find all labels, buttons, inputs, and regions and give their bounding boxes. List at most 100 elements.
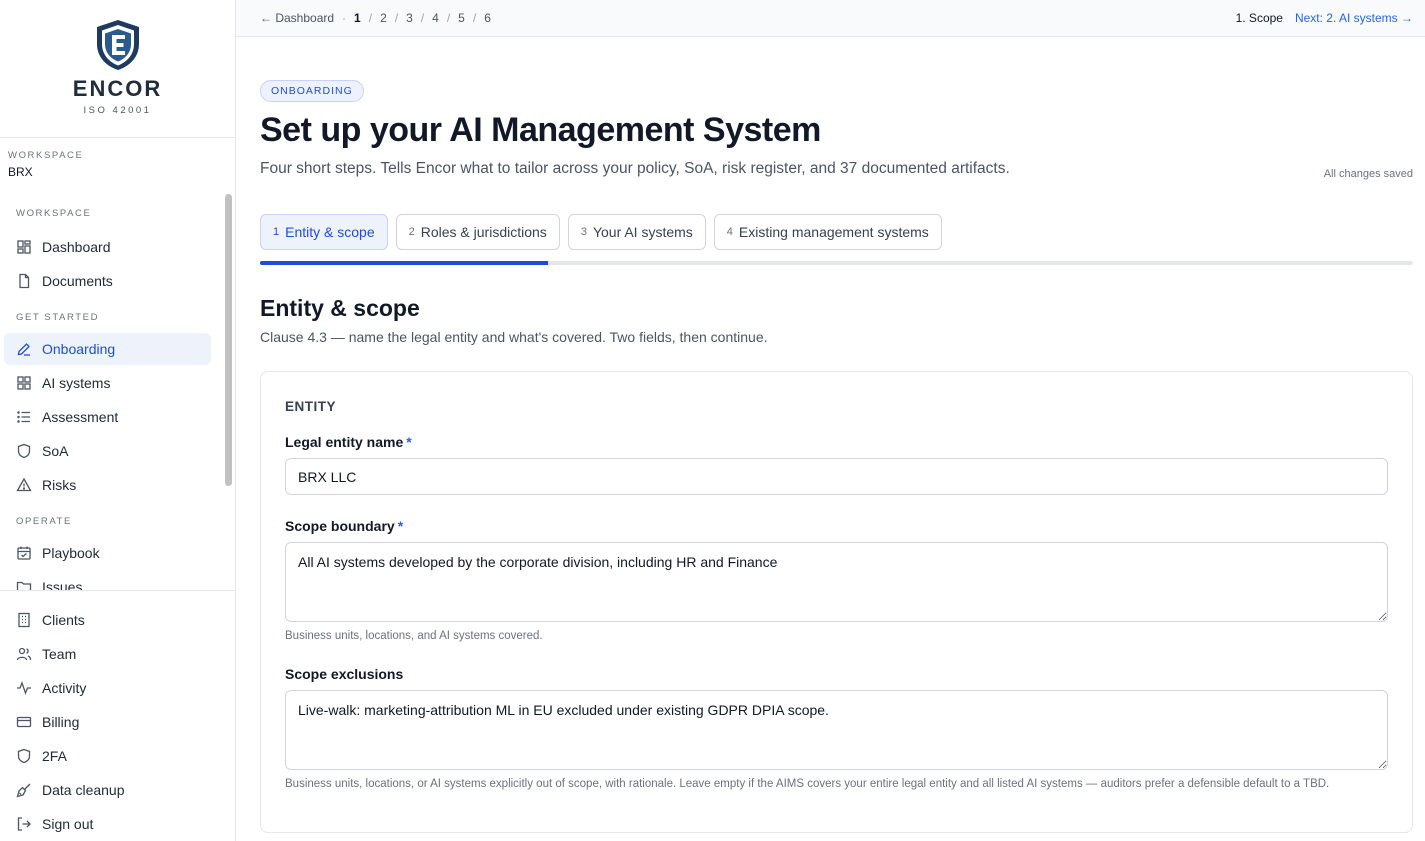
step-tabs: 1 Entity & scope 2 Roles & jurisdictions… xyxy=(260,214,950,250)
sidebar-item-data-cleanup[interactable]: Data cleanup xyxy=(4,774,231,806)
tab-label: Your AI systems xyxy=(592,224,693,240)
tab-entity-scope[interactable]: 1 Entity & scope xyxy=(260,214,388,250)
onboarding-badge: ONBOARDING xyxy=(260,80,364,102)
sidebar-item-soa[interactable]: SoA xyxy=(4,435,211,467)
tab-existing-management-systems[interactable]: 4 Existing management systems xyxy=(713,214,942,250)
sidebar-item-label: 2FA xyxy=(42,748,67,764)
document-icon xyxy=(16,273,32,289)
sidebar-item-assessment[interactable]: Assessment xyxy=(4,401,211,433)
sidebar-item-team[interactable]: Team xyxy=(4,638,231,670)
save-status: All changes saved xyxy=(1323,168,1413,180)
sidebar-item-label: Onboarding xyxy=(42,341,116,357)
step-bar: ← Dashboard · 1 / 2 / 3 / 4 / 5 / 6 1. S… xyxy=(236,0,1425,37)
folder-icon xyxy=(16,579,32,590)
sidebar-item-risks[interactable]: Risks xyxy=(4,469,211,501)
sidebar-item-ai-systems[interactable]: AI systems xyxy=(4,367,211,399)
sidebar-item-label: Clients xyxy=(42,612,85,628)
logo: ENCOR ISO 42001 xyxy=(0,0,235,138)
step-link-2[interactable]: 2 xyxy=(380,11,387,25)
step-link-3[interactable]: 3 xyxy=(406,11,413,25)
tab-label: Roles & jurisdictions xyxy=(420,224,547,240)
card-icon xyxy=(16,714,32,730)
scope-boundary-label: Scope boundary * xyxy=(285,518,403,534)
page-title: Set up your AI Management System xyxy=(260,111,821,149)
tab-label: Entity & scope xyxy=(285,224,375,240)
list-icon xyxy=(16,409,32,425)
sidebar-item-label: Risks xyxy=(42,477,77,493)
sidebar-item-label: Documents xyxy=(42,273,113,289)
sidebar-item-label: Data cleanup xyxy=(42,782,125,798)
section-title-workspace: WORKSPACE xyxy=(16,208,92,219)
step-link-1[interactable]: 1 xyxy=(354,11,361,25)
building-icon xyxy=(16,612,32,628)
sidebar-item-documents[interactable]: Documents xyxy=(4,265,211,297)
section-title-operate: OPERATE xyxy=(16,516,72,527)
section-title-get-started: GET STARTED xyxy=(16,312,100,323)
tab-number: 1 xyxy=(273,226,280,238)
sidebar-item-label: Issues xyxy=(42,579,83,590)
users-icon xyxy=(16,646,32,662)
brand-name: ENCOR xyxy=(72,76,163,101)
sidebar-scrollbar[interactable] xyxy=(225,194,232,486)
step-separator: / xyxy=(368,11,373,25)
shield-icon xyxy=(16,748,32,764)
progress-fill xyxy=(260,261,549,265)
sidebar-item-sign-out[interactable]: Sign out xyxy=(4,808,231,840)
tab-ai-systems[interactable]: 3 Your AI systems xyxy=(567,214,706,250)
sidebar-item-clients[interactable]: Clients xyxy=(4,604,231,636)
step-separator: / xyxy=(446,11,451,25)
page-subtitle: Four short steps. Tells Encor what to ta… xyxy=(260,160,1010,177)
sidebar-item-label: Playbook xyxy=(42,545,100,561)
tab-number: 4 xyxy=(726,226,733,238)
scope-boundary-help: Business units, locations, and AI system… xyxy=(285,630,543,642)
broom-icon xyxy=(16,782,32,798)
step-link-4[interactable]: 4 xyxy=(432,11,439,25)
sidebar-item-label: AI systems xyxy=(42,375,111,391)
field-label-text: Scope boundary xyxy=(285,518,395,534)
sidebar-item-onboarding[interactable]: Onboarding xyxy=(4,333,211,365)
legal-entity-label: Legal entity name * xyxy=(285,434,412,450)
sidebar-item-2fa[interactable]: 2FA xyxy=(4,740,231,772)
scope-exclusions-help: Business units, locations, or AI systems… xyxy=(285,778,1330,790)
step-separator: / xyxy=(472,11,477,25)
sidebar-item-label: Dashboard xyxy=(42,239,111,255)
sidebar: ENCOR ISO 42001 WORKSPACE BRX WORKSPACE … xyxy=(0,0,236,841)
scope-boundary-textarea[interactable]: All AI systems developed by the corporat… xyxy=(285,542,1388,622)
onboarding-progress-bar xyxy=(260,261,1413,265)
tab-number: 3 xyxy=(580,226,587,238)
sidebar-item-dashboard[interactable]: Dashboard xyxy=(4,231,211,263)
step-link-6[interactable]: 6 xyxy=(484,11,491,25)
brand-subtitle: ISO 42001 xyxy=(83,105,152,116)
sidebar-item-label: Billing xyxy=(42,714,80,730)
sidebar-item-issues[interactable]: Issues xyxy=(4,571,211,590)
shield-logo-icon xyxy=(96,20,139,70)
signout-icon xyxy=(16,816,32,832)
sidebar-item-playbook[interactable]: Playbook xyxy=(4,537,211,569)
field-label-text: Legal entity name xyxy=(285,434,404,450)
breadcrumb: ← Dashboard · 1 / 2 / 3 / 4 / 5 / 6 xyxy=(260,11,499,25)
workspace-caption: WORKSPACE xyxy=(8,150,84,161)
scope-exclusions-label: Scope exclusions xyxy=(285,666,403,682)
sidebar-item-activity[interactable]: Activity xyxy=(4,672,231,704)
field-label-text: Scope exclusions xyxy=(285,666,404,682)
workspace-switcher[interactable]: WORKSPACE BRX xyxy=(0,138,235,190)
scope-exclusions-textarea[interactable]: Live-walk: marketing-attribution ML in E… xyxy=(285,690,1388,770)
entity-card: ENTITY Legal entity name* Scope boundary… xyxy=(260,371,1413,833)
back-to-dashboard-link[interactable]: ← Dashboard xyxy=(260,11,334,25)
legal-entity-input[interactable] xyxy=(285,458,1388,495)
tab-number: 2 xyxy=(408,226,415,238)
sidebar-item-label: Team xyxy=(42,646,77,662)
sidebar-bottom-nav: Clients Team Activity Billing 2FA Data c… xyxy=(0,590,235,841)
warning-icon xyxy=(16,477,32,493)
sidebar-item-label: Assessment xyxy=(42,409,119,425)
next-step-link[interactable]: Next: 2. AI systems → xyxy=(1295,11,1413,25)
sidebar-item-label: Activity xyxy=(42,680,87,696)
workspace-name: BRX xyxy=(8,165,33,179)
tab-roles-jurisdictions[interactable]: 2 Roles & jurisdictions xyxy=(395,214,560,250)
step-link-5[interactable]: 5 xyxy=(458,11,465,25)
sidebar-item-billing[interactable]: Billing xyxy=(4,706,231,738)
step-nav: 1. Scope Next: 2. AI systems → xyxy=(1236,11,1413,25)
grid-icon xyxy=(16,375,32,391)
sidebar-item-label: SoA xyxy=(42,443,69,459)
card-title: ENTITY xyxy=(285,399,337,414)
